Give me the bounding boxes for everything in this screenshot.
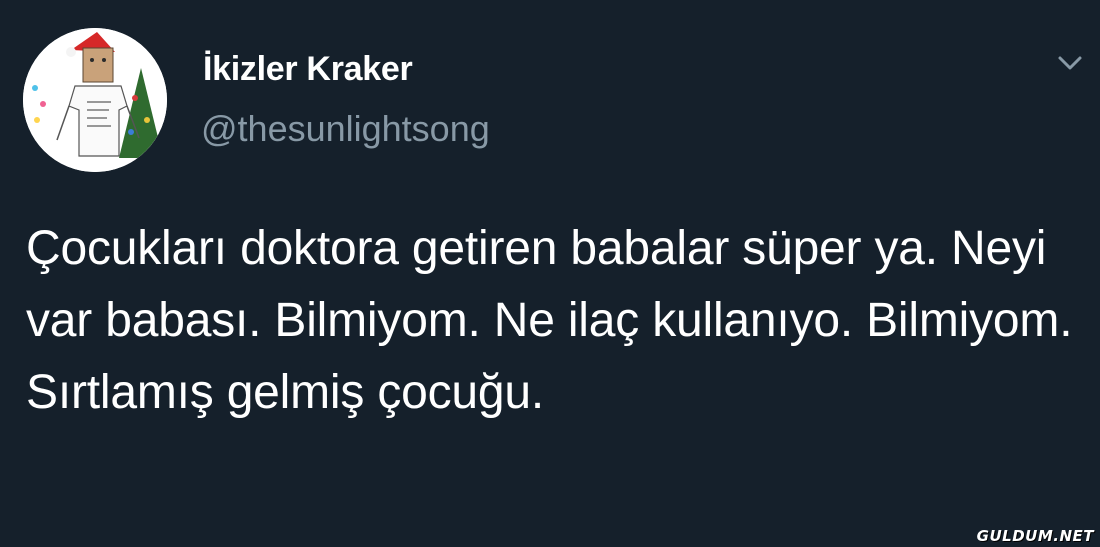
tweet-card: İkizler Kraker @thesunlightsong Çocuklar… — [0, 0, 1100, 547]
avatar-illustration — [23, 28, 167, 172]
watermark: GULDUM.NET — [976, 527, 1094, 545]
profile-avatar[interactable] — [23, 28, 167, 172]
display-name[interactable]: İkizler Kraker — [203, 50, 413, 89]
tweet-text: Çocukları doktora getiren babalar süper … — [26, 222, 1073, 419]
chevron-down-icon[interactable] — [1052, 48, 1088, 78]
user-handle[interactable]: @thesunlightsong — [201, 108, 490, 150]
